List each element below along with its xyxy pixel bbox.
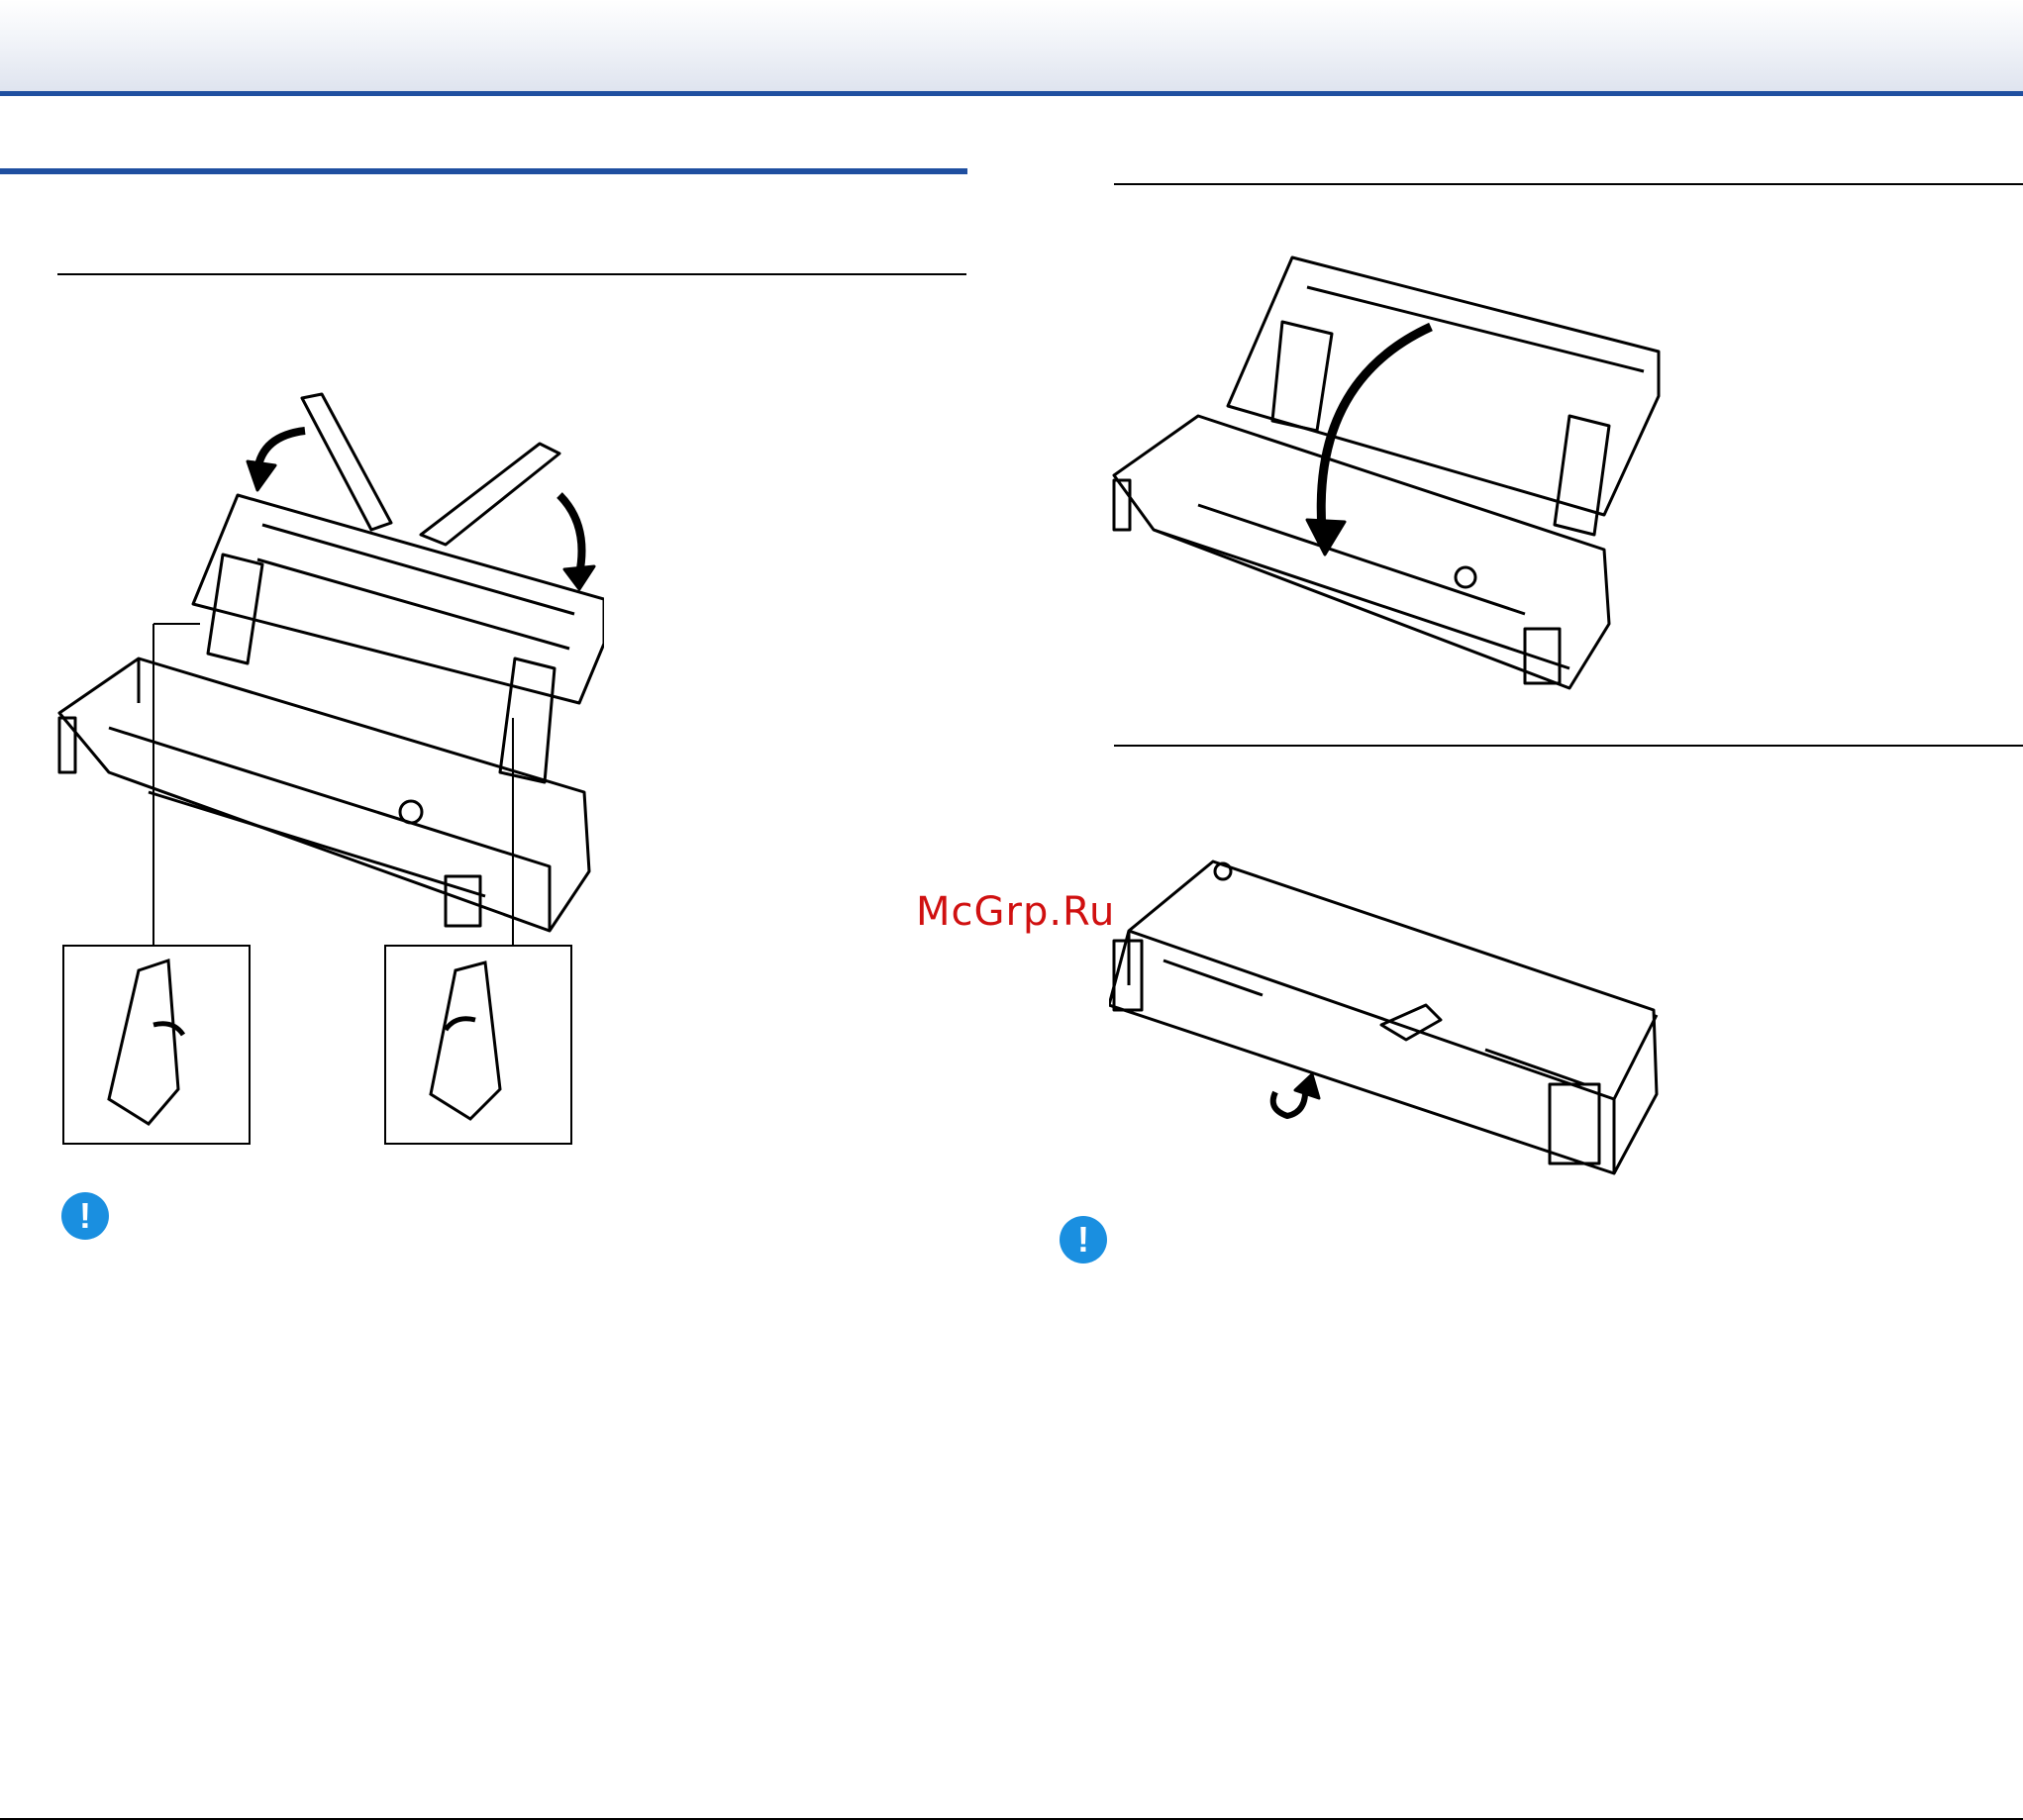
step-rule-right-top — [1114, 183, 2023, 185]
step-rule-left — [57, 273, 966, 275]
page-header-band — [0, 0, 2023, 91]
step-rule-right-middle — [1114, 745, 2023, 747]
scanner-closed-figure — [1109, 859, 1659, 1175]
scanner-close-cover-figure — [1112, 255, 1661, 690]
section-rule — [0, 168, 967, 174]
important-icon-left: ! — [61, 1192, 109, 1240]
scanner-open-figure — [57, 392, 604, 1145]
important-icon-right: ! — [1060, 1216, 1107, 1264]
watermark-text: McGrp.Ru — [916, 889, 1116, 935]
page-header-rule — [0, 91, 2023, 96]
